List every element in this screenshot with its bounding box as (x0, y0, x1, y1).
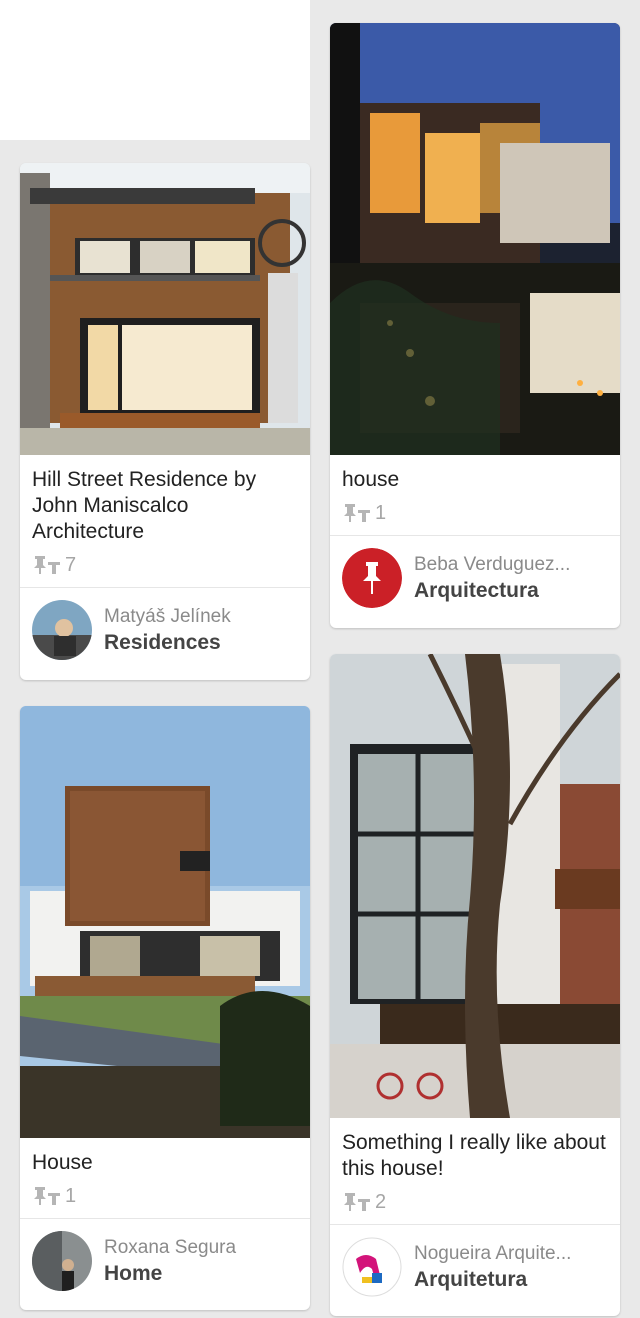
pin-card[interactable]: House 1 Roxana Segura Home (20, 706, 310, 1310)
user-avatar-icon[interactable] (32, 600, 92, 660)
pin-attribution[interactable]: Beba Verduguez... Arquitectura (330, 535, 620, 620)
board-name[interactable]: Arquitectura (414, 578, 608, 604)
board-name[interactable]: Home (104, 1261, 298, 1287)
repin-icon (344, 1193, 370, 1211)
pinterest-pin-avatar-icon[interactable] (342, 548, 402, 608)
house-photo-icon[interactable] (20, 163, 310, 455)
pin-description: house (342, 468, 400, 491)
board-name[interactable]: Residences (104, 630, 298, 656)
repin-count-value: 7 (65, 553, 77, 576)
pin-card[interactable]: house 1 Beba Verduguez... Arquitectura (330, 23, 620, 628)
pin-card[interactable]: Hill Street Residence by John Maniscalco… (20, 163, 310, 680)
repin-icon (34, 1187, 60, 1205)
pin-card[interactable]: Something I really like about this house… (330, 654, 620, 1316)
repin-count-value: 1 (65, 1184, 77, 1207)
pin-attribution[interactable]: Nogueira Arquite... Arquitetura (330, 1224, 620, 1309)
pinner-name[interactable]: Nogueira Arquite... (414, 1241, 608, 1267)
repin-count-value: 1 (375, 501, 387, 524)
pin-description: Hill Street Residence by John Maniscalco… (32, 468, 257, 543)
pinner-name[interactable]: Beba Verduguez... (414, 552, 608, 578)
top-blank-area (0, 0, 310, 140)
repin-count: 7 (32, 553, 298, 577)
board-name[interactable]: Arquitetura (414, 1267, 608, 1293)
user-avatar-icon[interactable] (32, 1231, 92, 1291)
pinner-name[interactable]: Matyáš Jelínek (104, 604, 298, 630)
modern-house-photo-icon[interactable] (20, 706, 310, 1138)
repin-count: 2 (342, 1190, 608, 1214)
pin-attribution[interactable]: Roxana Segura Home (20, 1218, 310, 1303)
repin-icon (34, 556, 60, 574)
townhouse-photo-icon[interactable] (330, 654, 620, 1118)
pinner-name[interactable]: Roxana Segura (104, 1235, 298, 1261)
repin-count-value: 2 (375, 1190, 387, 1213)
pin-attribution[interactable]: Matyáš Jelínek Residences (20, 587, 310, 672)
repin-count: 1 (32, 1184, 298, 1208)
brand-logo-avatar-icon[interactable] (342, 1237, 402, 1297)
repin-count: 1 (342, 501, 608, 525)
pin-description: House (32, 1151, 93, 1174)
repin-icon (344, 504, 370, 522)
pin-description: Something I really like about this house… (342, 1131, 606, 1180)
house-night-photo-icon[interactable] (330, 23, 620, 455)
